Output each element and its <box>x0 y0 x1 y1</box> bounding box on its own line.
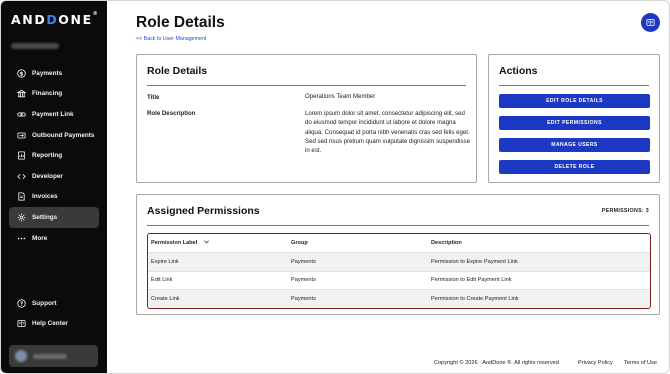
column-header-permission-label[interactable]: Permission Label <box>151 240 210 246</box>
privacy-policy-link[interactable]: Privacy Policy <box>578 360 613 366</box>
cell-description: Permission to Edit Payment Link <box>431 277 512 284</box>
cell-group: Payments <box>291 258 316 265</box>
sidebar-item-developer[interactable]: Developer <box>9 166 99 187</box>
cell-group: Payments <box>291 277 316 284</box>
sidebar-item-payments[interactable]: $ Payments <box>9 63 99 84</box>
role-details-card-title: Role Details <box>147 65 208 77</box>
cell-description: Permission to Create Payment Link <box>431 295 519 302</box>
sidebar-nav: $ Payments Financing Payment Link Outbou… <box>9 63 99 248</box>
book-icon <box>646 18 655 27</box>
table-row[interactable]: Edit Link Payments Permission to Edit Pa… <box>148 270 650 290</box>
edit-role-details-button[interactable]: EDIT ROLE DETAILS <box>499 94 650 108</box>
title-value: Operations Team Member <box>305 93 376 100</box>
role-details-card: Role Details Title Operations Team Membe… <box>136 54 477 183</box>
page-title: Role Details <box>136 14 225 31</box>
cell-permission-label: Expire Link <box>151 258 179 265</box>
copyright-text: Copyright © 2026 · AndDone ®. All rights… <box>434 360 559 366</box>
gear-icon <box>16 212 27 223</box>
table-row[interactable]: Create Link Payments Permission to Creat… <box>148 289 650 308</box>
dollar-circle-icon: $ <box>16 68 27 79</box>
table-row[interactable]: Expire Link Payments Permission to Expir… <box>148 252 650 271</box>
sidebar-item-label: Developer <box>32 172 63 180</box>
bank-icon <box>16 88 27 99</box>
avatar <box>15 350 27 362</box>
column-header-description: Description <box>431 240 462 246</box>
cell-permission-label: Edit Link <box>151 277 173 284</box>
cell-description: Permission to Expire Payment Link <box>431 258 518 265</box>
sidebar-item-invoices[interactable]: Invoices <box>9 187 99 208</box>
terms-of-use-link[interactable]: Terms of Use <box>624 360 657 366</box>
sidebar-item-label: Invoices <box>32 193 58 201</box>
assigned-permissions-title: Assigned Permissions <box>147 205 260 217</box>
sidebar-item-reporting[interactable]: Reporting <box>9 145 99 166</box>
more-icon <box>16 233 27 244</box>
sidebar-item-label: Support <box>32 299 57 307</box>
actions-card: Actions EDIT ROLE DETAILS EDIT PERMISSIO… <box>488 54 660 183</box>
sidebar-item-label: Outbound Payments <box>32 131 95 139</box>
outbound-icon <box>16 130 27 141</box>
sidebar-item-payment-link[interactable]: Payment Link <box>9 104 99 125</box>
divider <box>147 85 466 86</box>
code-icon <box>16 171 27 182</box>
question-icon: ? <box>16 298 27 309</box>
chevron-down-icon <box>204 240 210 246</box>
actions-card-title: Actions <box>499 65 538 77</box>
role-description-label: Role Description <box>147 110 196 117</box>
sidebar-item-label: Payment Link <box>32 110 74 118</box>
permissions-count: PERMISSIONS: 3 <box>601 208 649 214</box>
sidebar-item-financing[interactable]: Financing <box>9 84 99 105</box>
anddone-logo[interactable]: ANDDONE® <box>11 11 98 27</box>
permissions-table: Permission Label Group Description Expir… <box>147 233 651 309</box>
link-icon <box>16 109 27 120</box>
role-description-value: Lorem ipsum dolor sit amet, consectetur … <box>305 110 470 155</box>
divider <box>147 225 649 226</box>
report-icon <box>16 150 27 161</box>
sidebar-item-label: Settings <box>32 213 58 221</box>
invoice-icon <box>16 191 27 202</box>
sidebar: ANDDONE® $ Payments Financing Payment Li… <box>1 1 107 373</box>
cell-permission-label: Create Link <box>151 295 180 302</box>
sidebar-item-support[interactable]: ? Support <box>9 293 99 314</box>
main-content: Role Details << Back to User Management … <box>107 1 669 373</box>
delete-role-button[interactable]: DELETE ROLE <box>499 160 650 174</box>
help-button[interactable] <box>641 13 660 32</box>
svg-text:$: $ <box>20 71 24 77</box>
back-to-user-management-link[interactable]: << Back to User Management <box>136 36 206 42</box>
sidebar-item-settings[interactable]: Settings <box>9 207 99 228</box>
sidebar-item-more[interactable]: More <box>9 228 99 249</box>
edit-permissions-button[interactable]: EDIT PERMISSIONS <box>499 116 650 130</box>
account-name-redacted[interactable] <box>11 43 59 49</box>
title-label: Title <box>147 94 160 101</box>
svg-text:?: ? <box>20 301 23 307</box>
sidebar-item-label: Help Center <box>32 320 68 328</box>
sidebar-bottom-nav: ? Support Help Center <box>9 293 99 334</box>
sidebar-item-label: Financing <box>32 90 63 98</box>
column-header-group: Group <box>291 240 308 246</box>
assigned-permissions-card: Assigned Permissions PERMISSIONS: 3 Perm… <box>136 194 660 315</box>
sidebar-item-outbound-payments[interactable]: Outbound Payments <box>9 125 99 146</box>
cell-group: Payments <box>291 295 316 302</box>
divider <box>499 85 649 86</box>
book-icon <box>16 318 27 329</box>
sidebar-item-help-center[interactable]: Help Center <box>9 314 99 335</box>
user-name-redacted <box>33 353 67 359</box>
table-header: Permission Label Group Description <box>148 234 650 252</box>
sidebar-item-label: Payments <box>32 69 63 77</box>
user-profile-button[interactable] <box>9 345 98 367</box>
sidebar-item-label: More <box>32 234 48 242</box>
manage-users-button[interactable]: MANAGE USERS <box>499 138 650 152</box>
sidebar-item-label: Reporting <box>32 152 63 160</box>
app-window: ANDDONE® $ Payments Financing Payment Li… <box>0 0 670 374</box>
